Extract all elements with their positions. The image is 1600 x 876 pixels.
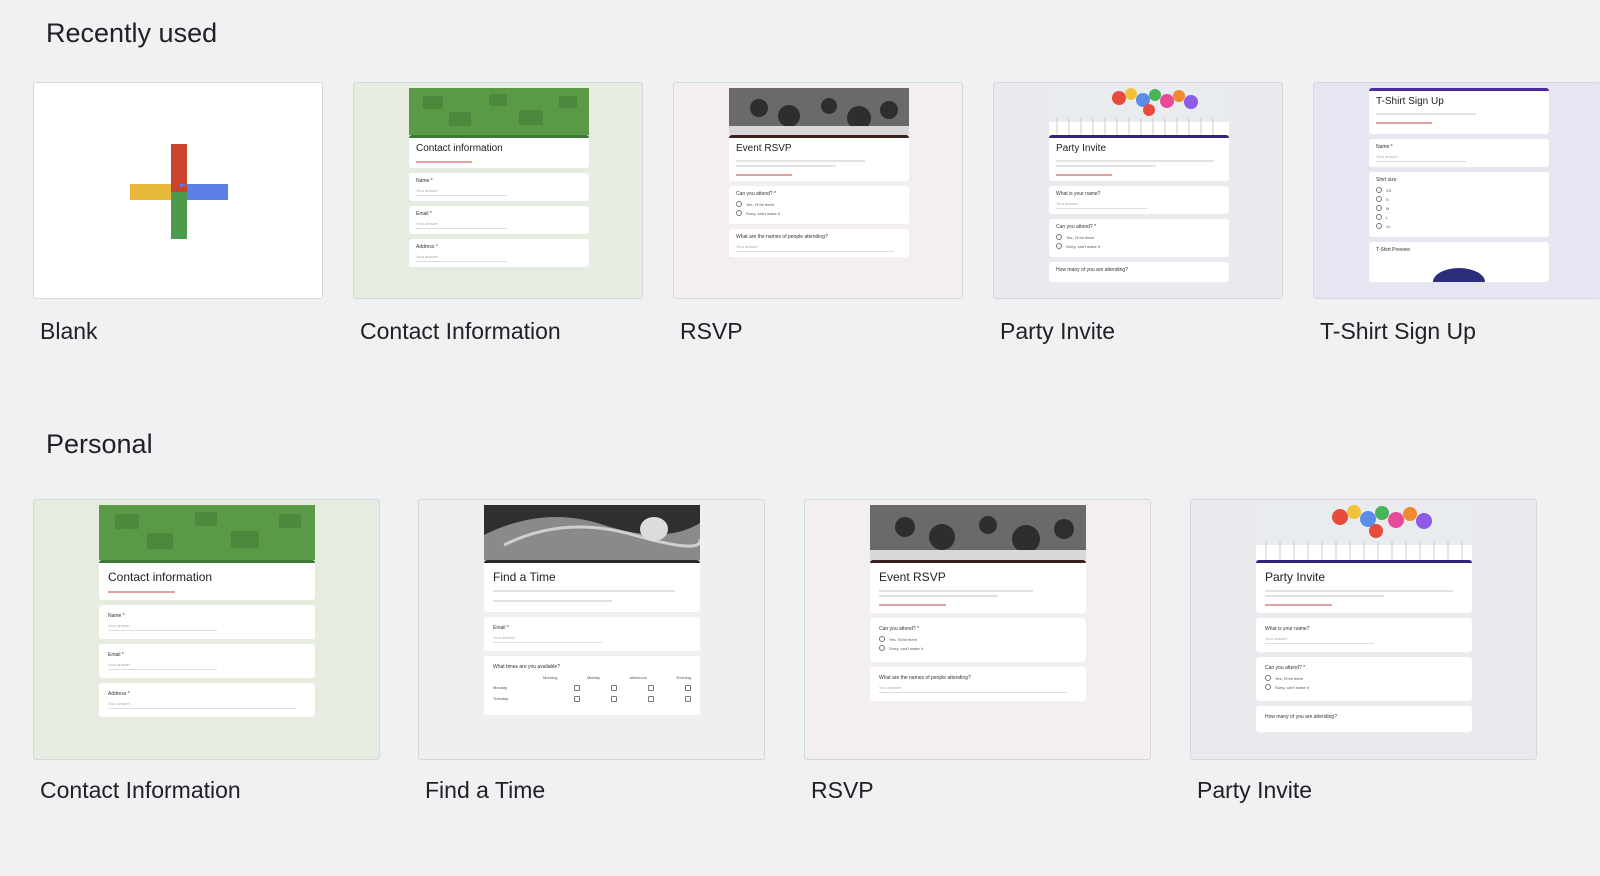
form-title: Event RSVP <box>879 570 946 584</box>
question-label: How many of you are attending? <box>1265 714 1337 720</box>
template-thumbnail[interactable]: Event RSVP Can you attend? * Yes, I'll b… <box>804 499 1151 760</box>
template-thumbnail[interactable]: Party Invite What is your name? Your answ… <box>993 82 1283 299</box>
question-label: How many of you are attending? <box>1056 267 1128 273</box>
answer-placeholder: Your answer <box>108 701 297 709</box>
radio-option: Yes, I'll be there <box>879 636 1077 642</box>
question-label: What is your name? <box>1056 191 1101 197</box>
question-label: Can you attend? * <box>736 191 777 197</box>
question-label: What is your name? <box>1265 626 1310 632</box>
tshirt-preview-image <box>1433 268 1485 282</box>
template-thumbnail[interactable]: Contact information Name * Your answer Em… <box>33 499 380 760</box>
radio-option: Yes, I'll be there <box>736 201 902 207</box>
question-label: Can you attend? * <box>1056 224 1097 230</box>
header-image <box>484 505 700 560</box>
radio-option: Yes, I'll be there <box>1056 234 1222 240</box>
answer-placeholder: Your answer <box>108 662 217 670</box>
form-title: Contact information <box>108 570 213 584</box>
template-label[interactable]: Contact Information <box>40 777 241 804</box>
header-image <box>870 505 1086 560</box>
template-thumbnail[interactable]: Contact information Name * Your answer Em… <box>353 82 643 299</box>
template-thumbnail[interactable]: Party Invite What is your name? Your answ… <box>1190 499 1537 760</box>
question-label: Address * <box>416 244 438 250</box>
header-image <box>1256 505 1472 560</box>
form-title: Event RSVP <box>736 143 792 154</box>
question-label: What are the names of people attending? <box>736 234 828 240</box>
template-label[interactable]: RSVP <box>680 318 743 345</box>
form-title: Party Invite <box>1056 143 1107 154</box>
answer-placeholder: Your answer <box>416 254 508 262</box>
question-label: Name * <box>108 613 125 619</box>
header-image <box>729 88 909 135</box>
radio-option: Yes, I'll be there <box>1265 675 1463 681</box>
question-label: Can you attend? * <box>1265 665 1306 671</box>
template-thumbnail[interactable] <box>33 82 323 299</box>
radio-option: XL <box>1376 223 1542 229</box>
answer-placeholder: Your answer <box>1056 201 1148 209</box>
question-label: Address * <box>108 691 130 697</box>
section-title-recently-used: Recently used <box>46 18 218 48</box>
template-label[interactable]: Party Invite <box>1000 318 1115 345</box>
question-label: Name * <box>416 178 433 184</box>
template-label[interactable]: RSVP <box>811 777 874 804</box>
header-image <box>409 88 589 135</box>
form-title: Find a Time <box>493 570 556 584</box>
plus-icon <box>130 144 228 239</box>
radio-option: L <box>1376 214 1542 220</box>
header-image <box>1049 88 1229 135</box>
form-title: Party Invite <box>1265 570 1326 584</box>
template-label[interactable]: Find a Time <box>425 777 545 804</box>
template-label[interactable]: Contact Information <box>360 318 561 345</box>
question-label: Name * <box>1376 144 1393 150</box>
radio-option: XS <box>1376 187 1542 193</box>
template-thumbnail[interactable]: Find a Time Email * Your answer What time… <box>418 499 765 760</box>
question-label: What times are you available? <box>493 664 560 670</box>
radio-option: Sorry, can't make it <box>1265 684 1463 690</box>
question-label: Email * <box>416 211 432 217</box>
question-label: Email * <box>108 652 124 658</box>
answer-placeholder: Your answer <box>416 221 508 229</box>
answer-placeholder: Your answer <box>1376 154 1468 162</box>
answer-placeholder: Your answer <box>879 685 1068 693</box>
form-title: T-Shirt Sign Up <box>1376 96 1444 107</box>
header-image <box>99 505 315 560</box>
question-label: What are the names of people attending? <box>879 675 971 681</box>
template-thumbnail[interactable]: Event RSVP Can you attend? * Yes, I'll b… <box>673 82 963 299</box>
question-label: Can you attend? * <box>879 626 920 632</box>
answer-placeholder: Your answer <box>108 623 217 631</box>
template-label[interactable]: Blank <box>40 318 98 345</box>
radio-option: S <box>1376 196 1542 202</box>
answer-placeholder: Your answer <box>736 244 894 252</box>
question-label: Shirt size <box>1376 177 1397 183</box>
section-title-personal: Personal <box>46 429 153 459</box>
template-thumbnail[interactable]: T-Shirt Sign Up Name * Your answer Shirt … <box>1313 82 1600 299</box>
radio-option: Sorry, can't make it <box>736 210 902 216</box>
question-label: T-Shirt Preview <box>1376 247 1410 253</box>
template-label[interactable]: Party Invite <box>1197 777 1312 804</box>
radio-option: Sorry, can't make it <box>879 645 1077 651</box>
answer-placeholder: Your answer <box>493 635 602 643</box>
question-label: Email * <box>493 625 509 631</box>
radio-option: M <box>1376 205 1542 211</box>
answer-placeholder: Your answer <box>1265 636 1374 644</box>
answer-placeholder: Your answer <box>416 188 508 196</box>
radio-option: Sorry, can't make it <box>1056 243 1222 249</box>
form-title: Contact information <box>416 143 503 154</box>
template-label[interactable]: T-Shirt Sign Up <box>1320 318 1476 345</box>
